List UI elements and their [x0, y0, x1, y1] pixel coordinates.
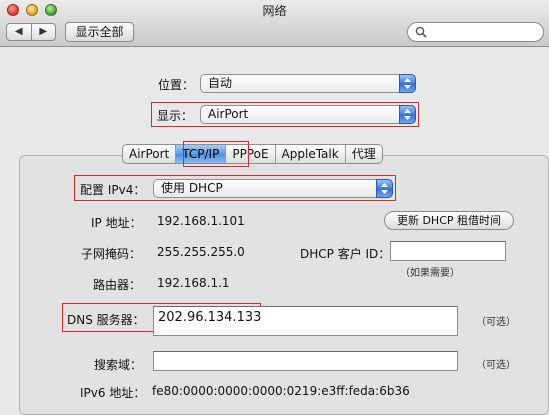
ipv6-address-value: fe80:0000:0000:0000:0219:e3ff:feda:6b36: [152, 384, 410, 398]
show-value: AirPort: [208, 107, 249, 121]
window-toolbar: 网络 ◀ ▶ 显示全部: [0, 0, 549, 47]
updown-arrows-icon: [376, 179, 393, 198]
location-label: 位置：: [158, 78, 195, 92]
dhcp-client-id-field[interactable]: [390, 241, 506, 261]
subnet-mask-value: 255.255.255.0: [157, 245, 245, 259]
router-value: 192.168.1.1: [157, 276, 230, 290]
back-icon[interactable]: ◀: [7, 24, 32, 40]
location-value: 自动: [208, 76, 233, 90]
search-domains-label: 搜索域：: [94, 358, 143, 372]
dns-servers-label: DNS 服务器：: [67, 313, 145, 327]
search-domains-field[interactable]: [153, 351, 458, 371]
tcpip-tab-highlight: [183, 141, 249, 167]
show-popup[interactable]: AirPort: [200, 105, 416, 124]
search-domains-hint: （可选）: [476, 360, 516, 371]
search-icon: [415, 26, 427, 38]
ip-address-label: IP 地址：: [91, 216, 142, 230]
show-all-button[interactable]: 显示全部: [65, 22, 134, 42]
forward-icon[interactable]: ▶: [32, 24, 56, 40]
dns-servers-field[interactable]: 202.96.134.133: [153, 306, 458, 336]
configure-ipv4-popup[interactable]: 使用 DHCP: [153, 179, 393, 198]
show-label: 显示：: [157, 109, 194, 123]
dns-servers-hint: （可选）: [476, 317, 516, 328]
renew-dhcp-lease-button[interactable]: 更新 DHCP 租借时间: [384, 211, 514, 230]
location-popup[interactable]: 自动: [200, 74, 416, 93]
router-label: 路由器：: [93, 278, 142, 292]
tab-proxies[interactable]: 代理: [346, 145, 382, 163]
window-title: 网络: [262, 4, 287, 18]
configure-ipv4-label: 配置 IPv4：: [80, 183, 146, 197]
tab-appletalk[interactable]: AppleTalk: [276, 145, 346, 163]
updown-arrows-icon: [399, 105, 416, 124]
configure-ipv4-value: 使用 DHCP: [161, 181, 223, 195]
tab-airport[interactable]: AirPort: [123, 145, 177, 163]
tab-bar: AirPort TCP/IP PPPoE AppleTalk 代理: [122, 144, 383, 164]
subnet-mask-label: 子网掩码：: [81, 247, 142, 261]
ip-address-value: 192.168.1.101: [157, 214, 245, 228]
dhcp-client-id-hint: （如果需要）: [400, 268, 460, 279]
search-input[interactable]: [407, 22, 544, 42]
updown-arrows-icon: [399, 74, 416, 93]
dhcp-client-id-label: DHCP 客户 ID：: [300, 247, 391, 261]
ipv6-address-label: IPv6 地址：: [80, 386, 146, 400]
back-forward-control: ◀ ▶: [6, 23, 56, 41]
